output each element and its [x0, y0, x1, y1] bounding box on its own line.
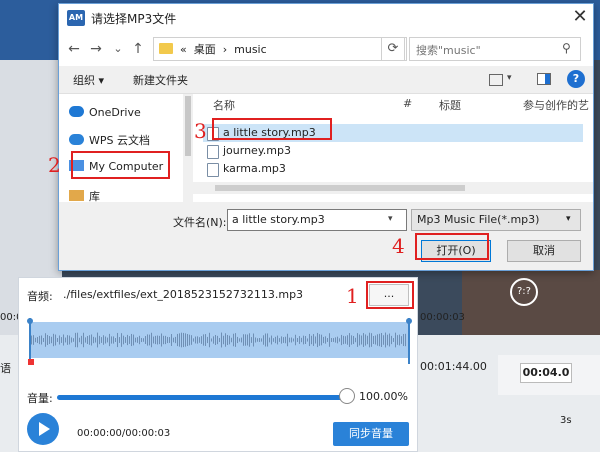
library-icon	[69, 190, 84, 201]
annotation-box-4	[415, 233, 489, 260]
breadcrumb-desktop[interactable]: 桌面	[194, 43, 216, 56]
volume-value: 100.00%	[359, 390, 408, 403]
folder-icon	[159, 43, 173, 54]
help-badge[interactable]: ?:?	[510, 278, 538, 306]
duration-input[interactable]: 00:04.0	[520, 363, 572, 383]
nav-label: OneDrive	[89, 106, 141, 119]
search-input[interactable]	[414, 40, 564, 60]
forward-arrow-icon[interactable]: →	[87, 40, 105, 58]
cloud-icon	[69, 106, 84, 117]
search-icon[interactable]: ⚲	[562, 41, 578, 57]
ruler-end-label: 00:00:03	[420, 312, 465, 323]
trim-end-knob[interactable]	[406, 318, 412, 324]
navpane-scrollbar[interactable]	[183, 94, 193, 202]
file-name: journey.mp3	[223, 144, 291, 157]
address-bar[interactable]: « 桌面 › music	[153, 37, 407, 61]
dialog-title: 请选择MP3文件	[91, 12, 177, 26]
annotation-box-2	[71, 151, 170, 179]
view-mode-icon[interactable]	[489, 74, 503, 86]
duration-panel: 00:04.0	[498, 355, 600, 395]
up-folder-icon[interactable]: ↑	[129, 40, 147, 58]
help-icon[interactable]: ?	[567, 70, 585, 88]
trim-start-knob[interactable]	[27, 318, 33, 324]
preview-pane-icon[interactable]	[537, 73, 551, 85]
back-arrow-icon[interactable]: ←	[65, 40, 83, 58]
navigation-bar: ← → ⌄ ↑ « 桌面 › music ⟳ ⚲	[59, 32, 593, 66]
annotation-number-3: 3	[194, 119, 207, 143]
search-box[interactable]: ⚲	[409, 37, 581, 61]
audio-file-icon	[207, 145, 219, 159]
filename-label: 文件名(N):	[173, 216, 227, 229]
audio-file-icon	[207, 163, 219, 177]
annotation-number-1: 1	[346, 284, 359, 308]
column-number[interactable]: #	[403, 97, 412, 110]
annotation-box-3	[212, 118, 332, 140]
annotation-number-2: 2	[48, 153, 61, 177]
file-type-select[interactable]: Mp3 Music File(*.mp3) ▾	[411, 209, 581, 231]
volume-row: 音量: 100.00%	[19, 378, 417, 418]
seconds-label: 3s	[560, 415, 572, 426]
time-display: 00:00:00/00:00:03	[77, 428, 171, 439]
wps-cloud-icon	[69, 134, 84, 145]
annotation-number-4: 4	[392, 234, 405, 258]
nav-item-onedrive[interactable]: OneDrive	[69, 106, 141, 126]
dialog-toolbar: 组织 ▾ 新建文件夹 ▾ ?	[59, 66, 593, 94]
chevron-down-icon[interactable]: ▾	[388, 214, 393, 224]
nav-item-wps-cloud[interactable]: WPS 云文档	[69, 132, 150, 152]
column-name[interactable]: 名称	[213, 97, 235, 113]
dialog-titlebar: AM 请选择MP3文件 ✕	[59, 4, 593, 32]
file-row[interactable]: journey.mp3	[203, 142, 583, 160]
timecode: 00:01:44.00	[420, 360, 487, 373]
waveform-graphic	[31, 332, 406, 348]
breadcrumb-prefix[interactable]: «	[180, 43, 187, 56]
file-name: karma.mp3	[223, 162, 286, 175]
filelist-scrollbar[interactable]	[193, 182, 593, 194]
view-dropdown-icon[interactable]: ▾	[507, 73, 512, 83]
file-type-value: Mp3 Music File(*.mp3)	[417, 213, 540, 226]
cancel-button[interactable]: 取消	[507, 240, 581, 262]
audio-label: 音频:	[27, 290, 53, 303]
sync-volume-button[interactable]: 同步音量	[333, 422, 409, 446]
organize-button[interactable]: 组织 ▾	[73, 72, 104, 88]
annotation-box-1	[366, 281, 414, 309]
close-icon[interactable]: ✕	[569, 6, 591, 28]
trim-start-handle[interactable]	[29, 318, 31, 364]
scroll-thumb[interactable]	[185, 96, 191, 156]
new-folder-button[interactable]: 新建文件夹	[133, 72, 188, 88]
volume-slider-knob[interactable]	[339, 388, 355, 404]
chevron-down-icon[interactable]: ▾	[566, 214, 571, 224]
scroll-thumb[interactable]	[215, 185, 465, 191]
waveform[interactable]	[29, 322, 409, 358]
refresh-icon[interactable]: ⟳	[381, 37, 405, 61]
play-icon[interactable]	[27, 413, 59, 445]
dialog-footer: 文件名(N): a little story.mp3 ▾ Mp3 Music F…	[59, 202, 593, 270]
trim-end-handle[interactable]	[408, 318, 410, 364]
volume-slider-track[interactable]	[57, 395, 347, 400]
playhead-marker[interactable]	[28, 359, 34, 365]
side-label: 语	[0, 362, 11, 375]
breadcrumb-music[interactable]: music	[234, 43, 267, 56]
volume-label: 音量:	[27, 392, 53, 405]
file-row[interactable]: karma.mp3	[203, 160, 583, 178]
filename-value: a little story.mp3	[232, 213, 325, 226]
nav-label: WPS 云文档	[89, 134, 150, 147]
app-icon: AM	[67, 10, 85, 26]
breadcrumb-separator: ›	[222, 43, 228, 56]
recent-locations-icon[interactable]: ⌄	[109, 40, 127, 58]
audio-path: ./files/extfiles/ext_2018523152732113.mp…	[63, 288, 304, 301]
column-artist[interactable]: 参与创作的艺	[523, 97, 589, 113]
filename-input[interactable]: a little story.mp3 ▾	[227, 209, 407, 231]
navigation-pane: OneDrive WPS 云文档 My Computer 库	[59, 94, 183, 203]
breadcrumb: « 桌面 › music	[180, 41, 267, 57]
column-title[interactable]: 标题	[439, 97, 461, 113]
